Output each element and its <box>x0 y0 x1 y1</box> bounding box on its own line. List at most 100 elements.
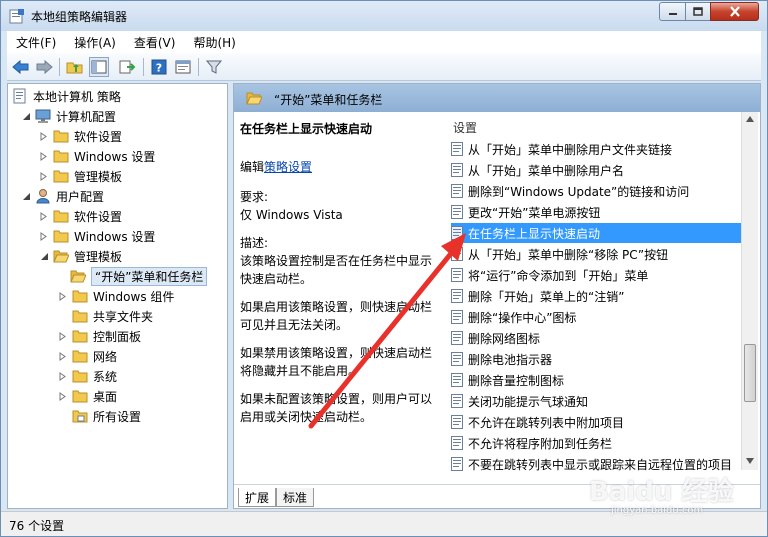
open-folder-icon <box>53 250 69 263</box>
expand-arrow-icon[interactable] <box>38 150 50 162</box>
description-label: 描述: <box>240 236 269 250</box>
tree-node-user-templates[interactable]: 管理模板 <box>38 246 122 266</box>
tree-node-start-menu-taskbar[interactable]: “开始”菜单和任务栏 <box>70 266 208 286</box>
tree-node-all-settings[interactable]: 所有设置 <box>72 406 141 426</box>
tree-node-control-panel[interactable]: 控制面板 <box>57 326 141 346</box>
expand-arrow-icon[interactable] <box>38 130 50 142</box>
all-settings-folder-icon <box>72 410 88 423</box>
expand-arrow-icon[interactable] <box>57 290 69 302</box>
setting-row[interactable]: 从「开始」菜单中删除“移除 PC”按钮 <box>451 244 743 264</box>
toolbar: ? <box>7 53 761 81</box>
show-hide-tree-button[interactable] <box>89 57 109 77</box>
setting-row[interactable]: 不允许将程序附加到任务栏 <box>451 433 743 453</box>
expand-arrow-icon[interactable] <box>57 390 69 402</box>
close-icon <box>729 6 740 17</box>
minimize-button[interactable] <box>659 2 686 21</box>
menu-action[interactable]: 操作(A) <box>65 34 125 51</box>
menu-view[interactable]: 查看(V) <box>125 34 185 51</box>
setting-label: 删除音量控制图标 <box>468 373 565 388</box>
tree-node-computer-templates[interactable]: 管理模板 <box>38 166 122 186</box>
tree-node-user-windows[interactable]: Windows 设置 <box>38 226 155 246</box>
edit-prefix: 编辑 <box>240 160 265 174</box>
collapse-arrow-icon[interactable] <box>20 190 32 202</box>
tree-node-system[interactable]: 系统 <box>57 366 117 386</box>
back-button[interactable] <box>11 57 31 77</box>
policy-setting-icon <box>451 184 463 198</box>
folder-icon <box>72 310 88 323</box>
tab-extended[interactable]: 扩展 <box>238 488 277 507</box>
settings-scrollbar[interactable] <box>741 112 758 470</box>
expand-arrow-icon[interactable] <box>57 370 69 382</box>
edit-policy-line: 编辑策略设置 <box>240 158 440 176</box>
expand-arrow-icon[interactable] <box>38 210 50 222</box>
setting-label: 不要在跳转列表中显示或跟踪来自远程位置的项目 <box>468 457 733 472</box>
setting-row[interactable]: 删除音量控制图标 <box>451 370 743 390</box>
policy-setting-icon <box>451 457 463 471</box>
setting-row[interactable]: 删除电池指示器 <box>451 349 743 369</box>
scroll-down-icon[interactable] <box>746 458 754 464</box>
setting-label: 从「开始」菜单中删除用户名 <box>468 163 625 178</box>
tree-node-network[interactable]: 网络 <box>57 346 117 366</box>
setting-label: 从「开始」菜单中删除“移除 PC”按钮 <box>468 247 669 262</box>
tree-label: Windows 设置 <box>74 149 156 164</box>
setting-row[interactable]: 从「开始」菜单中删除用户名 <box>451 160 743 180</box>
tree-node-windows-components[interactable]: Windows 组件 <box>57 286 174 306</box>
tree-node-computer-config[interactable]: 计算机配置 <box>20 106 116 126</box>
setting-row[interactable]: 在任务栏上显示快速启动 <box>451 223 743 243</box>
up-button[interactable] <box>65 57 85 77</box>
settings-column-header[interactable]: 设置 <box>453 119 477 136</box>
tab-standard[interactable]: 标准 <box>276 488 315 507</box>
maximize-icon <box>693 7 703 16</box>
tree-node-computer-software[interactable]: 软件设置 <box>38 126 122 146</box>
tree-label: Windows 组件 <box>93 289 175 304</box>
properties-icon <box>175 60 191 74</box>
folder-icon <box>53 210 69 223</box>
tree-node-shared-folders[interactable]: 共享文件夹 <box>72 306 153 326</box>
tree-node-computer-windows[interactable]: Windows 设置 <box>38 146 155 166</box>
forward-button[interactable] <box>34 57 54 77</box>
folder-icon <box>53 150 69 163</box>
expand-arrow-icon[interactable] <box>38 230 50 242</box>
filter-button[interactable] <box>204 57 224 77</box>
policy-setting-icon <box>451 247 463 261</box>
menu-file[interactable]: 文件(F) <box>7 34 65 51</box>
edit-policy-link[interactable]: 策略设置 <box>264 160 312 174</box>
close-button[interactable] <box>710 2 759 21</box>
policy-setting-icon <box>451 289 463 303</box>
tree-label: 管理模板 <box>74 249 123 264</box>
setting-row[interactable]: 从「开始」菜单中删除用户文件夹链接 <box>451 139 743 159</box>
setting-row[interactable]: 更改“开始”菜单电源按钮 <box>451 202 743 222</box>
setting-row[interactable]: 不允许在跳转列表中附加项目 <box>451 412 743 432</box>
tree-node-desktop[interactable]: 桌面 <box>57 386 117 406</box>
export-list-button[interactable] <box>117 57 137 77</box>
up-folder-icon <box>66 62 83 74</box>
properties-button[interactable] <box>173 57 193 77</box>
setting-row[interactable]: 删除“操作中心”图标 <box>451 307 743 327</box>
setting-label: 更改“开始”菜单电源按钮 <box>468 205 601 220</box>
title-bar[interactable]: 本地组策略编辑器 <box>1 1 767 31</box>
menu-help[interactable]: 帮助(H) <box>184 34 244 51</box>
tree-node-user-config[interactable]: 用户配置 <box>20 186 104 206</box>
setting-row[interactable]: 删除到“Windows Update”的链接和访问 <box>451 181 743 201</box>
expand-arrow-icon[interactable] <box>57 350 69 362</box>
scroll-up-icon[interactable] <box>746 116 754 122</box>
maximize-button[interactable] <box>685 2 711 21</box>
settings-list: 设置 从「开始」菜单中删除用户文件夹链接 从「开始」菜单中删除用户名删除到“Win… <box>439 112 760 472</box>
expand-arrow-icon[interactable] <box>38 170 50 182</box>
collapse-arrow-icon[interactable] <box>38 250 50 262</box>
setting-row[interactable]: 删除「开始」菜单上的“注销” <box>451 286 743 306</box>
policy-setting-icon <box>451 205 463 219</box>
tree-node-root[interactable]: 本地计算机 策略 <box>12 86 121 106</box>
setting-row[interactable]: 删除网络图标 <box>451 328 743 348</box>
setting-row[interactable]: 关闭功能提示气球通知 <box>451 391 743 411</box>
tree-node-user-software[interactable]: 软件设置 <box>38 206 122 226</box>
content-header: “开始”菜单和任务栏 <box>234 84 760 112</box>
policy-setting-icon <box>451 352 463 366</box>
collapse-arrow-icon[interactable] <box>20 110 32 122</box>
expand-arrow-icon[interactable] <box>57 330 69 342</box>
help-button[interactable]: ? <box>149 57 169 77</box>
filter-icon <box>206 60 222 74</box>
setting-label: 从「开始」菜单中删除用户文件夹链接 <box>468 142 673 157</box>
setting-row[interactable]: 将“运行”命令添加到「开始」菜单 <box>451 265 743 285</box>
scrollbar-thumb[interactable] <box>744 344 756 402</box>
